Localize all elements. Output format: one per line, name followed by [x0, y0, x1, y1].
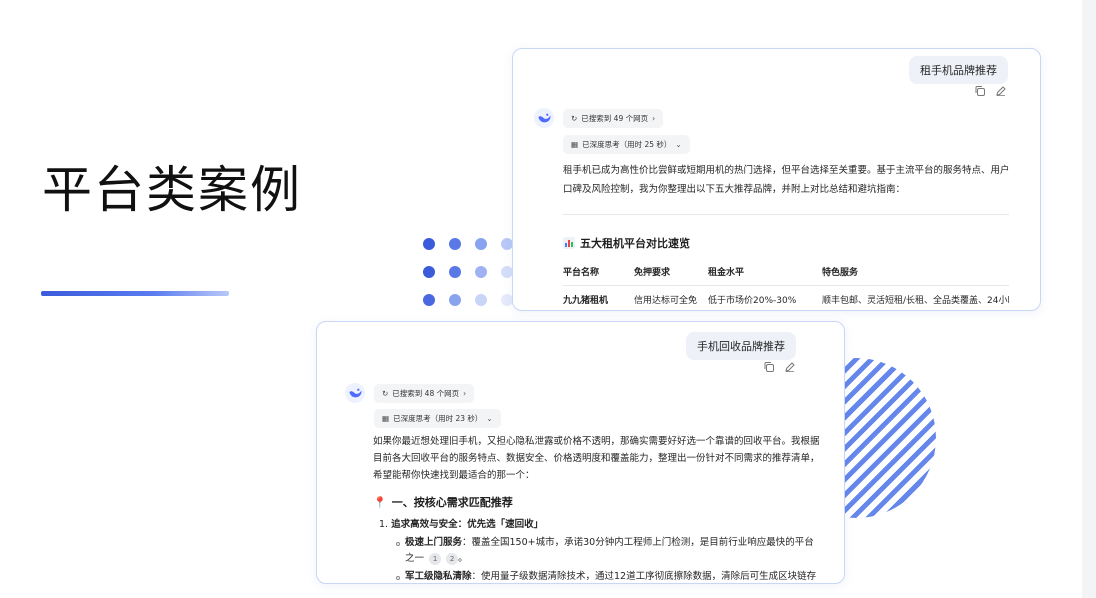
list-subitem-continued: 之一 1 2。	[405, 550, 468, 568]
subitem-text: ：覆盖全国150+城市，承诺30分钟内工程师上门检测，是目前行业响应最快的平台	[462, 537, 814, 548]
user-query-bubble: 租手机品牌推荐	[909, 56, 1008, 84]
dot	[449, 266, 461, 278]
brain-icon: ▦	[571, 140, 579, 149]
deep-think-chip[interactable]: ▦ 已深度思考（用时 25 秒） ⌄	[563, 135, 690, 154]
section-heading: 五大租机平台对比速览	[563, 235, 690, 251]
chat-card-rental: 租手机品牌推荐 ↻ 已搜索到 49 个网页 › ▦ 已深度思考（用时 25 秒）…	[512, 48, 1041, 311]
chevron-right-icon: ›	[463, 389, 467, 398]
deep-think-text: 已深度思考（用时 23 秒）	[393, 414, 483, 423]
answer-intro: 租手机已成为高性价比尝鲜或短期用机的热门选择，但平台选择至关重要。基于主流平台的…	[563, 161, 1033, 199]
table-rule	[563, 285, 1009, 286]
dot	[423, 266, 435, 278]
whale-logo-icon	[537, 113, 551, 122]
section-title: 一、按核心需求匹配推荐	[391, 496, 513, 509]
search-results-text: 已搜索到 48 个网页	[392, 389, 460, 398]
search-results-chip[interactable]: ↻ 已搜索到 49 个网页 ›	[563, 109, 664, 128]
table-cell: 信用达标可全免	[634, 296, 698, 306]
table-cell: 低于市场价20%-30%	[708, 296, 797, 306]
copy-icon[interactable]	[763, 361, 775, 373]
chevron-right-icon: ›	[652, 114, 656, 123]
refresh-icon: ↻	[571, 114, 578, 123]
section-title: 五大租机平台对比速览	[580, 237, 690, 250]
dot	[423, 238, 435, 250]
brain-icon: ▦	[382, 414, 390, 423]
bullet	[396, 576, 400, 580]
message-actions	[763, 361, 796, 373]
table-header-cell: 免押要求	[634, 268, 671, 278]
bullet	[396, 542, 400, 546]
deep-think-chip[interactable]: ▦ 已深度思考（用时 23 秒） ⌄	[374, 409, 501, 428]
dot	[449, 294, 461, 306]
table-header-cell: 平台名称	[563, 268, 600, 278]
subitem-text: ：使用量子级数据清除技术，通过12道工序彻底擦除数据，清除后可生成区块链存	[471, 571, 817, 582]
whale-logo-icon	[348, 388, 362, 397]
dot	[475, 266, 487, 278]
table-header-cell: 特色服务	[822, 268, 859, 278]
chat-card-recycle: 手机回收品牌推荐 ↻ 已搜索到 48 个网页 › ▦ 已深度思考（用时 23 秒…	[316, 321, 845, 584]
deep-think-text: 已深度思考（用时 25 秒）	[582, 140, 672, 149]
bar-chart-icon	[563, 237, 575, 249]
table-header-row: 平台名称 免押要求 租金水平 特色服务	[563, 265, 1009, 279]
assistant-avatar	[534, 108, 554, 128]
search-results-chip[interactable]: ↻ 已搜索到 48 个网页 ›	[374, 384, 475, 403]
table-row: 九九猪租机 信用达标可全免 低于市场价20%-30% 顺丰包邮、灵活短租/长租、…	[563, 293, 1009, 307]
chevron-down-icon: ⌄	[675, 140, 682, 149]
dot	[423, 294, 435, 306]
table-header-cell: 租金水平	[708, 268, 745, 278]
answer-intro: 如果你最近想处理旧手机，又担心隐私泄露或价格不透明，那确实需要好好选一个靠谱的回…	[373, 433, 833, 484]
edit-icon[interactable]	[995, 85, 1007, 97]
citation-badge[interactable]: 1	[429, 552, 442, 565]
answer-line: 目前各大回收平台的服务特点、数据安全、价格透明度和覆盖能力，整理出一份针对不同需…	[373, 453, 820, 464]
title-underline	[41, 291, 229, 296]
chevron-down-icon: ⌄	[486, 414, 493, 423]
page-title: 平台类案例	[42, 161, 302, 219]
list-item-title: 追求高效与安全：优先选「速回收」	[391, 519, 544, 530]
list-item: 1. 追求高效与安全：优先选「速回收」	[379, 516, 543, 534]
section-divider	[563, 214, 1009, 215]
subitem-text: 。	[458, 553, 468, 564]
copy-icon[interactable]	[974, 85, 986, 97]
table-cell: 顺丰包邮、灵活短租/长租、全品类覆盖、24小时	[822, 296, 1009, 306]
answer-line: 如果你最近想处理旧手机，又担心隐私泄露或价格不透明，那确实需要好好选一个靠谱的回…	[373, 436, 820, 447]
message-actions	[974, 85, 1007, 97]
answer-line: 口碑及风险控制，我为你整理出以下五大推荐品牌，并附上对比总结和避坑指南：	[563, 184, 906, 195]
dot	[449, 238, 461, 250]
pin-icon: 📍	[373, 495, 387, 509]
edit-icon[interactable]	[784, 361, 796, 373]
list-subitem: 军工级隐私清除：使用量子级数据清除技术，通过12道工序彻底擦除数据，清除后可生成…	[405, 568, 817, 583]
section-heading: 📍 一、按核心需求匹配推荐	[373, 494, 513, 510]
refresh-icon: ↻	[382, 389, 389, 398]
answer-line: 租手机已成为高性价比尝鲜或短期用机的热门选择，但平台选择至关重要。基于主流平台的…	[563, 165, 1010, 176]
user-query-bubble: 手机回收品牌推荐	[686, 332, 796, 360]
list-number: 1.	[379, 519, 389, 530]
citation-badge[interactable]: 2	[446, 552, 459, 565]
dot	[475, 238, 487, 250]
dot	[475, 294, 487, 306]
answer-line: 希望能帮你快速找到最适合的那一个：	[373, 470, 535, 481]
right-edge-strip	[1082, 0, 1096, 598]
subitem-text: 之一	[405, 553, 425, 564]
assistant-avatar	[345, 383, 365, 403]
subitem-label: 军工级隐私清除	[405, 571, 472, 582]
table-cell: 九九猪租机	[563, 296, 609, 306]
subitem-label: 极速上门服务	[405, 537, 463, 548]
search-results-text: 已搜索到 49 个网页	[581, 114, 649, 123]
